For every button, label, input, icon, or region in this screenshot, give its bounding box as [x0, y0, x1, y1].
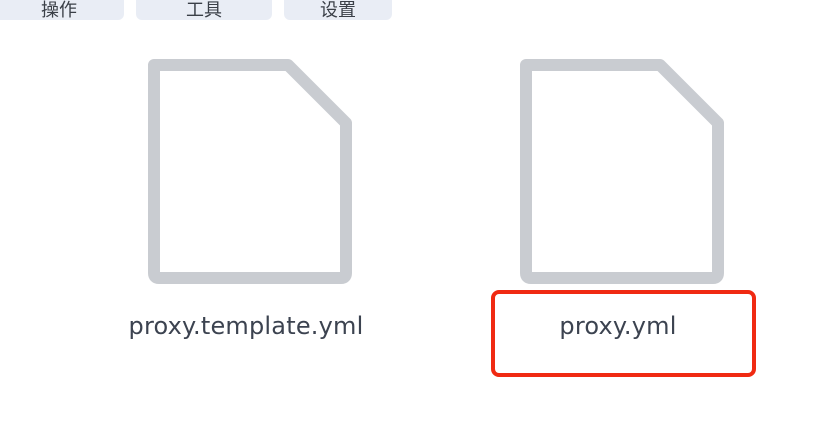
toolbar-button-settings[interactable]: 设置	[284, 0, 392, 20]
file-browser: 操作 工具 设置 proxy.template.yml proxy.yml	[0, 0, 840, 438]
toolbar-button-tools[interactable]: 工具	[136, 0, 272, 20]
file-name: proxy.template.yml	[128, 312, 364, 340]
file-name: proxy.yml	[559, 312, 677, 340]
toolbar-button-label: 设置	[320, 0, 356, 20]
toolbar-button-label: 工具	[186, 0, 222, 20]
toolbar-button-operations[interactable]: 操作	[0, 0, 124, 20]
toolbar-button-label: 操作	[41, 0, 77, 20]
file-icon	[520, 59, 724, 284]
file-icon	[148, 59, 352, 284]
file-item-proxy[interactable]: proxy.yml	[498, 40, 738, 370]
file-item-proxy-template[interactable]: proxy.template.yml	[126, 40, 366, 370]
